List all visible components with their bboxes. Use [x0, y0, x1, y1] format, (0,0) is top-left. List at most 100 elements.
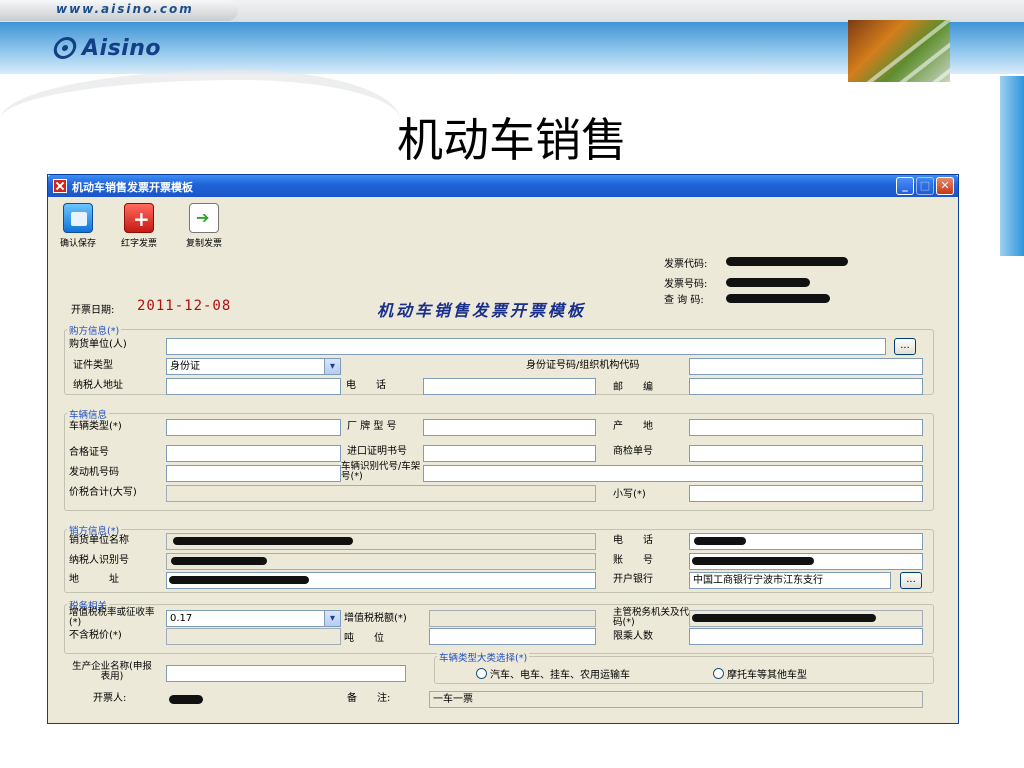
import-cert-input[interactable]: [423, 445, 596, 462]
seller-tax-id-field: [166, 553, 596, 570]
total-lower-input[interactable]: [689, 485, 923, 502]
taxpayer-address-label: 纳税人地址: [73, 380, 123, 391]
seller-account-input[interactable]: [689, 553, 923, 570]
certificate-label: 合格证号: [69, 447, 109, 458]
red-invoice-label: 红字发票: [121, 239, 158, 249]
net-price-label: 不含税价(*): [69, 630, 122, 641]
seller-account-redacted: [692, 557, 814, 565]
import-cert-label: 进口证明书号: [347, 446, 407, 457]
issue-date-label: 开票日期:: [71, 305, 115, 316]
net-price-field: [166, 628, 341, 645]
tax-rate-label: 增值税税率或征收率(*): [69, 607, 155, 628]
aisino-logo: Aisino: [51, 34, 161, 62]
total-lower-label: 小写(*): [613, 489, 646, 500]
window-title: 机动车销售发票开票模板: [72, 181, 193, 194]
remark-field: 一车一票: [429, 691, 923, 708]
save-icon: [63, 203, 93, 233]
seller-phone-label: 电 话: [613, 535, 653, 546]
buyer-lookup-button[interactable]: ...: [894, 338, 916, 355]
tax-rate-select[interactable]: 0.17: [166, 610, 341, 627]
id-number-label: 身份证号码/组织机构代码: [526, 360, 640, 371]
passengers-input[interactable]: [689, 628, 923, 645]
buyer-unit-input[interactable]: [166, 338, 886, 355]
vehicle-type-label: 车辆类型(*): [69, 421, 122, 432]
app-icon: [53, 179, 67, 193]
tax-authority-label: 主管税务机关及代码(*): [613, 607, 690, 628]
buyer-unit-label: 购货单位(人): [69, 339, 127, 350]
id-type-label: 证件类型: [73, 360, 113, 371]
tax-authority-redacted: [692, 614, 876, 622]
tax-amount-field: [429, 610, 596, 627]
decorative-photo: [848, 20, 950, 82]
brand-model-input[interactable]: [423, 419, 596, 436]
seller-bank-label: 开户银行: [613, 574, 653, 585]
vehicle-group-title: 车辆信息: [67, 407, 110, 421]
postcode-input[interactable]: [689, 378, 923, 395]
vin-input[interactable]: [423, 465, 923, 482]
remark-label: 备 注:: [347, 693, 391, 704]
manufacturer-input[interactable]: [166, 665, 406, 682]
slide-title: 机动车销售: [397, 113, 627, 167]
taxpayer-address-input[interactable]: [166, 378, 341, 395]
inspection-input[interactable]: [689, 445, 923, 462]
query-code-redacted: [726, 294, 830, 303]
bank-lookup-button[interactable]: ...: [900, 572, 922, 589]
invoice-number-redacted: [726, 278, 810, 287]
vin-label: 车辆识别代号/车架号(*): [341, 461, 421, 482]
confirm-save-button[interactable]: 确认保存: [60, 203, 96, 249]
category-option-auto[interactable]: 汽车、电车、挂车、农用运输车: [476, 666, 630, 681]
total-upper-field: [166, 485, 596, 502]
query-code-label: 查 询 码:: [664, 295, 704, 306]
passengers-label: 限乘人数: [613, 631, 653, 642]
minimize-button[interactable]: _: [896, 177, 914, 195]
total-upper-label: 价税合计(大写): [69, 487, 137, 498]
engine-input[interactable]: [166, 465, 341, 482]
seller-address-redacted: [169, 576, 309, 584]
vehicle-type-input[interactable]: [166, 419, 341, 436]
inspection-label: 商检单号: [613, 446, 653, 457]
seller-phone-input[interactable]: [689, 533, 923, 550]
close-button[interactable]: ✕: [936, 177, 954, 195]
slide: www.aisino.com Aisino 机动车销售 机动车销售发票开票模板 …: [0, 0, 1024, 768]
seller-address-input[interactable]: [166, 572, 596, 589]
seller-name-field: [166, 533, 596, 550]
seller-bank-input[interactable]: 中国工商银行宁波市江东支行: [689, 572, 891, 589]
drawer-name-redacted: [169, 695, 203, 704]
id-number-input[interactable]: [689, 358, 923, 375]
tax-authority-field: [689, 610, 923, 627]
window-titlebar[interactable]: 机动车销售发票开票模板 _ □ ✕: [48, 175, 958, 197]
red-invoice-button[interactable]: 红字发票: [121, 203, 157, 249]
top-bar: www.aisino.com: [0, 0, 1024, 22]
radio-circle-icon: [713, 668, 724, 679]
invoice-number-label: 发票号码:: [664, 279, 708, 290]
logo-text: Aisino: [82, 35, 161, 61]
seller-name-label: 销货单位名称: [69, 535, 129, 546]
copy-invoice-icon: [189, 203, 219, 233]
category-option-motorcycle-label: 摩托车等其他车型: [727, 670, 807, 681]
certificate-input[interactable]: [166, 445, 341, 462]
origin-input[interactable]: [689, 419, 923, 436]
category-option-motorcycle[interactable]: 摩托车等其他车型: [713, 666, 807, 681]
issue-date-value: 2011-12-08: [137, 298, 232, 314]
seller-phone-redacted: [694, 537, 746, 545]
vehicle-category-title: 车辆类型大类选择(*): [437, 650, 530, 664]
invoice-template-window: 机动车销售发票开票模板 _ □ ✕ 确认保存 红字发票 复制发票 发票代码: 发…: [47, 174, 959, 724]
buyer-phone-input[interactable]: [423, 378, 596, 395]
seller-account-label: 账 号: [613, 555, 653, 566]
radio-circle-icon: [476, 668, 487, 679]
copy-invoice-button[interactable]: 复制发票: [186, 203, 222, 249]
seller-tax-id-redacted: [171, 557, 267, 565]
drawer-label: 开票人:: [93, 693, 127, 704]
invoice-code-redacted: [726, 257, 848, 266]
maximize-button[interactable]: □: [916, 177, 934, 195]
id-type-select[interactable]: 身份证: [166, 358, 341, 375]
manufacturer-label: 生产企业名称(申报表用): [72, 661, 152, 682]
red-invoice-icon: [124, 203, 154, 233]
tonnage-input[interactable]: [429, 628, 596, 645]
buyer-phone-label: 电 话: [346, 380, 386, 391]
buyer-group-title: 购方信息(*): [67, 323, 122, 337]
postcode-label: 邮 编: [613, 382, 653, 393]
logo-icon: [51, 37, 79, 59]
copy-invoice-label: 复制发票: [186, 239, 223, 249]
seller-address-label: 地 址: [69, 574, 119, 585]
